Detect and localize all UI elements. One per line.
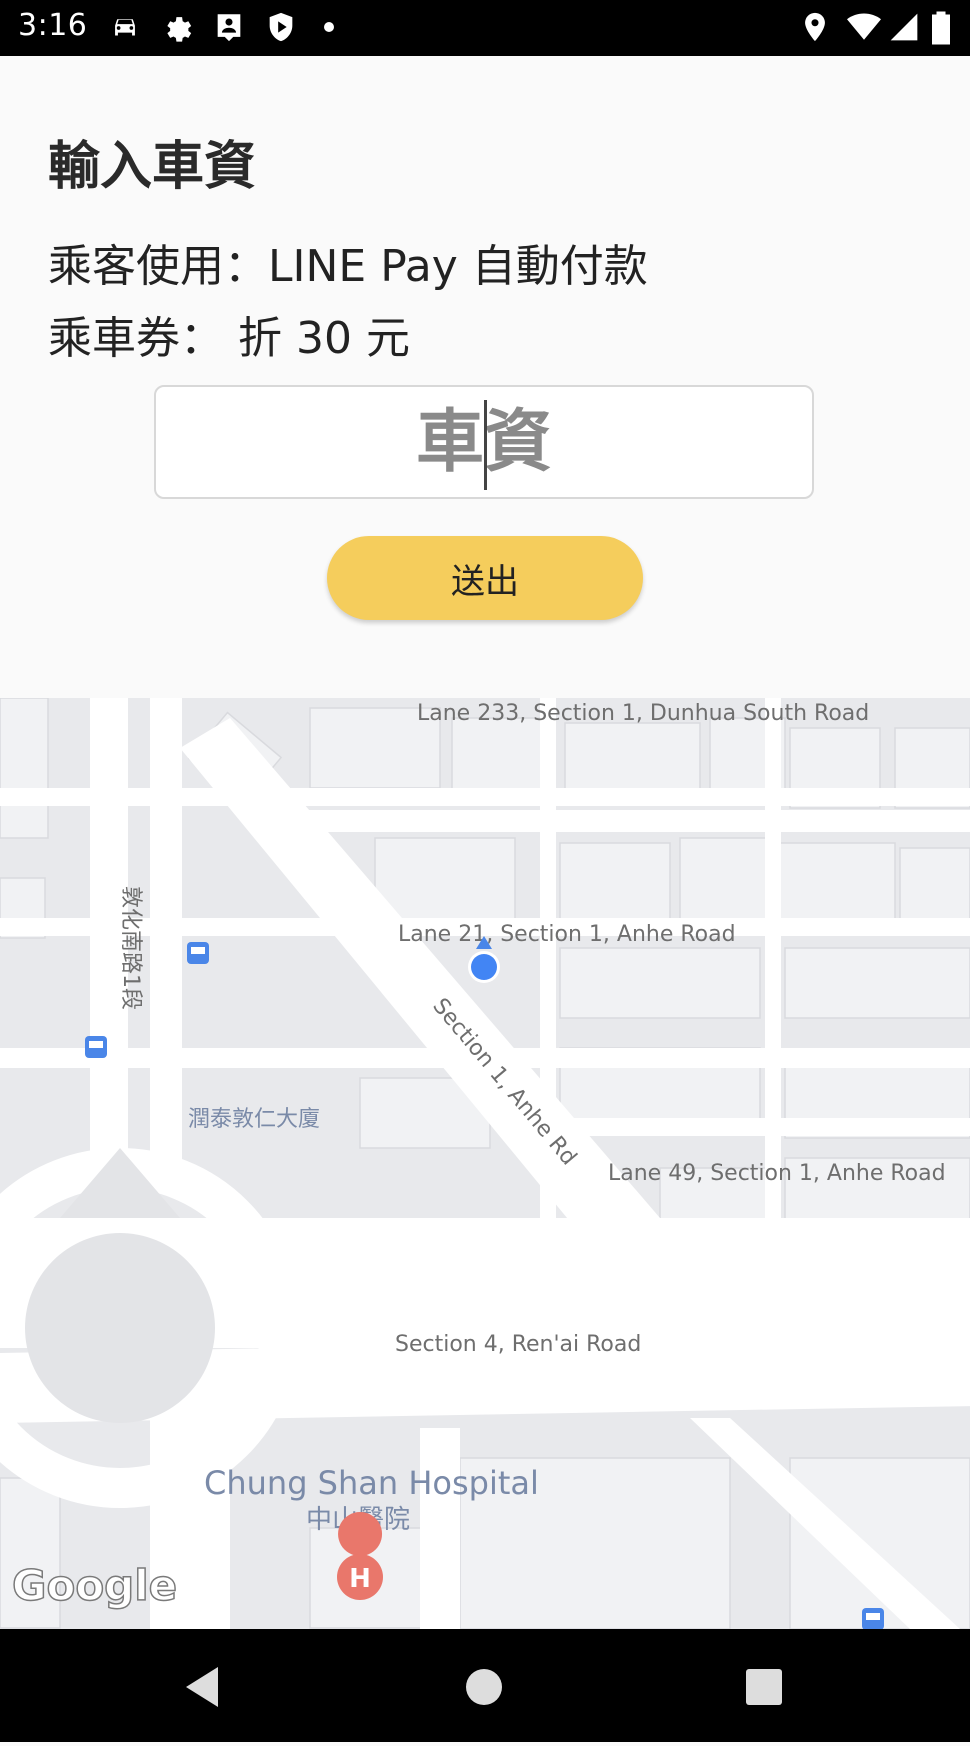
- google-logo: Google: [12, 1561, 177, 1610]
- navigation-bar: [0, 1629, 970, 1742]
- home-button[interactable]: [414, 1629, 554, 1742]
- payment-method-text: 乘客使用：LINE Pay 自動付款: [48, 241, 648, 292]
- battery-icon: [932, 11, 950, 45]
- map-view[interactable]: Lane 233, Section 1, Dunhua South Road L…: [0, 698, 970, 1629]
- back-button[interactable]: [134, 1629, 274, 1742]
- bus-stop-icon: [85, 1036, 107, 1058]
- fare-entry-panel: 輸入車資 乘客使用：LINE Pay 自動付款 乘車券： 折 30 元 送出: [0, 56, 970, 698]
- home-icon: [466, 1669, 502, 1705]
- street-label-lane233: Lane 233, Section 1, Dunhua South Road: [417, 701, 869, 726]
- gear-icon: [167, 17, 192, 42]
- location-icon: [805, 12, 825, 42]
- back-icon: [186, 1667, 218, 1707]
- street-label-lane49: Lane 49, Section 1, Anhe Road: [608, 1161, 946, 1186]
- status-bar: 3:16: [0, 0, 970, 56]
- recents-button[interactable]: [694, 1629, 834, 1742]
- shield-play-icon: [269, 12, 293, 42]
- recents-icon: [746, 1669, 782, 1705]
- poi-label-hospital-en: Chung Shan Hospital: [204, 1464, 539, 1502]
- wifi-icon: [847, 13, 881, 40]
- bus-stop-icon: [862, 1608, 884, 1629]
- page-title: 輸入車資: [48, 137, 257, 197]
- street-label-dunhua-south: 敦化南路1段: [118, 886, 143, 1010]
- coupon-text: 乘車券： 折 30 元: [48, 313, 410, 364]
- bus-stop-icon: [187, 942, 209, 964]
- text-cursor: [484, 400, 487, 490]
- dot-icon: [324, 22, 334, 32]
- signal-icon: [890, 13, 918, 41]
- status-time: 3:16: [18, 8, 88, 43]
- map-canvas: Lane 233, Section 1, Dunhua South Road L…: [0, 698, 970, 1629]
- poi-label-building: 潤泰敦仁大廈: [188, 1107, 320, 1132]
- street-label-lane21: Lane 21, Section 1, Anhe Road: [398, 922, 736, 947]
- contact-card-icon: [217, 14, 241, 42]
- street-label-renai: Section 4, Ren'ai Road: [395, 1332, 641, 1357]
- svg-text:H: H: [349, 1564, 371, 1594]
- submit-button[interactable]: 送出: [327, 536, 643, 620]
- car-icon: [115, 19, 135, 36]
